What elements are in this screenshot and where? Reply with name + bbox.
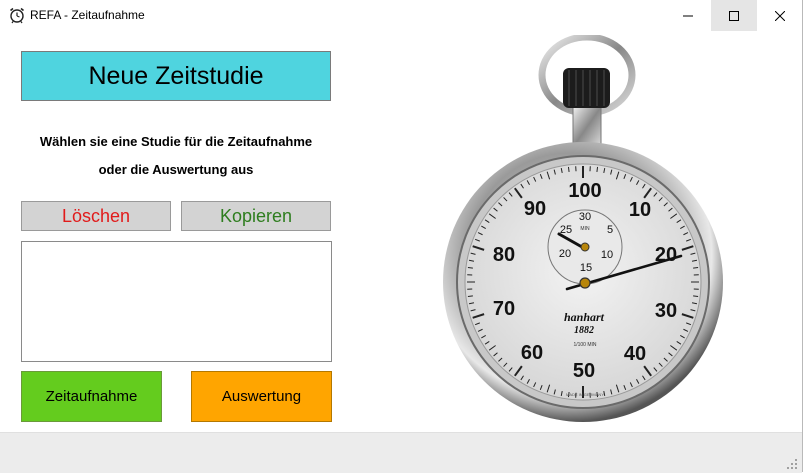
time-recording-button[interactable]: Zeitaufnahme bbox=[21, 371, 162, 422]
subdial-number: 5 bbox=[607, 224, 613, 236]
dial-number: 40 bbox=[624, 343, 646, 365]
dial-number: 60 bbox=[521, 342, 543, 364]
dial-number: 50 bbox=[573, 360, 595, 382]
brand-text: hanhart bbox=[564, 310, 605, 324]
dial-tick bbox=[568, 167, 569, 172]
subdial-number: 15 bbox=[580, 262, 592, 274]
subdial-number: 20 bbox=[559, 248, 571, 260]
dial-number: 10 bbox=[629, 199, 651, 221]
dial-number: 70 bbox=[493, 298, 515, 320]
dial-tick bbox=[468, 296, 473, 297]
evaluation-button[interactable]: Auswertung bbox=[191, 371, 332, 422]
instruction-line-2: oder die Auswertung aus bbox=[21, 162, 331, 177]
title-bar: REFA - Zeitaufnahme bbox=[0, 0, 803, 32]
new-study-button[interactable]: Neue Zeitstudie bbox=[21, 51, 331, 101]
study-list[interactable] bbox=[21, 241, 332, 362]
dial-tick bbox=[597, 167, 598, 172]
copy-button[interactable]: Kopieren bbox=[181, 201, 331, 231]
maximize-icon bbox=[729, 11, 739, 21]
dial-number: 100 bbox=[568, 180, 601, 202]
watch-crown bbox=[563, 68, 610, 108]
instruction-line-1: Wählen sie eine Studie für die Zeitaufna… bbox=[21, 134, 331, 149]
close-button[interactable] bbox=[757, 0, 803, 31]
maximize-button[interactable] bbox=[711, 0, 757, 31]
subdial-number: 30 bbox=[579, 211, 591, 223]
maker-text: MADE IN GERMANY bbox=[566, 392, 604, 397]
dial-tick bbox=[693, 267, 698, 268]
stopwatch-image: 100 10 20 30 40 50 60 70 80 90 30 5 10 1… bbox=[435, 35, 725, 425]
dial-number: 90 bbox=[524, 198, 546, 220]
subdial-number: 10 bbox=[601, 249, 613, 261]
dial-number: 80 bbox=[493, 244, 515, 266]
watch-stem bbox=[573, 107, 601, 147]
minimize-button[interactable] bbox=[665, 0, 711, 31]
subdial-unit: MIN bbox=[580, 226, 590, 232]
delete-button[interactable]: Löschen bbox=[21, 201, 171, 231]
close-icon bbox=[775, 11, 785, 21]
alarm-clock-icon bbox=[8, 6, 26, 24]
resize-grip-icon[interactable] bbox=[786, 458, 798, 470]
status-bar bbox=[0, 432, 802, 473]
dial-number: 30 bbox=[655, 300, 677, 322]
dial-tick bbox=[468, 267, 473, 268]
scale-text: 1/100 MIN bbox=[573, 342, 596, 348]
window-title: REFA - Zeitaufnahme bbox=[30, 8, 145, 22]
minimize-icon bbox=[683, 11, 693, 21]
model-text: 1882 bbox=[574, 325, 594, 336]
dial-tick bbox=[693, 296, 698, 297]
